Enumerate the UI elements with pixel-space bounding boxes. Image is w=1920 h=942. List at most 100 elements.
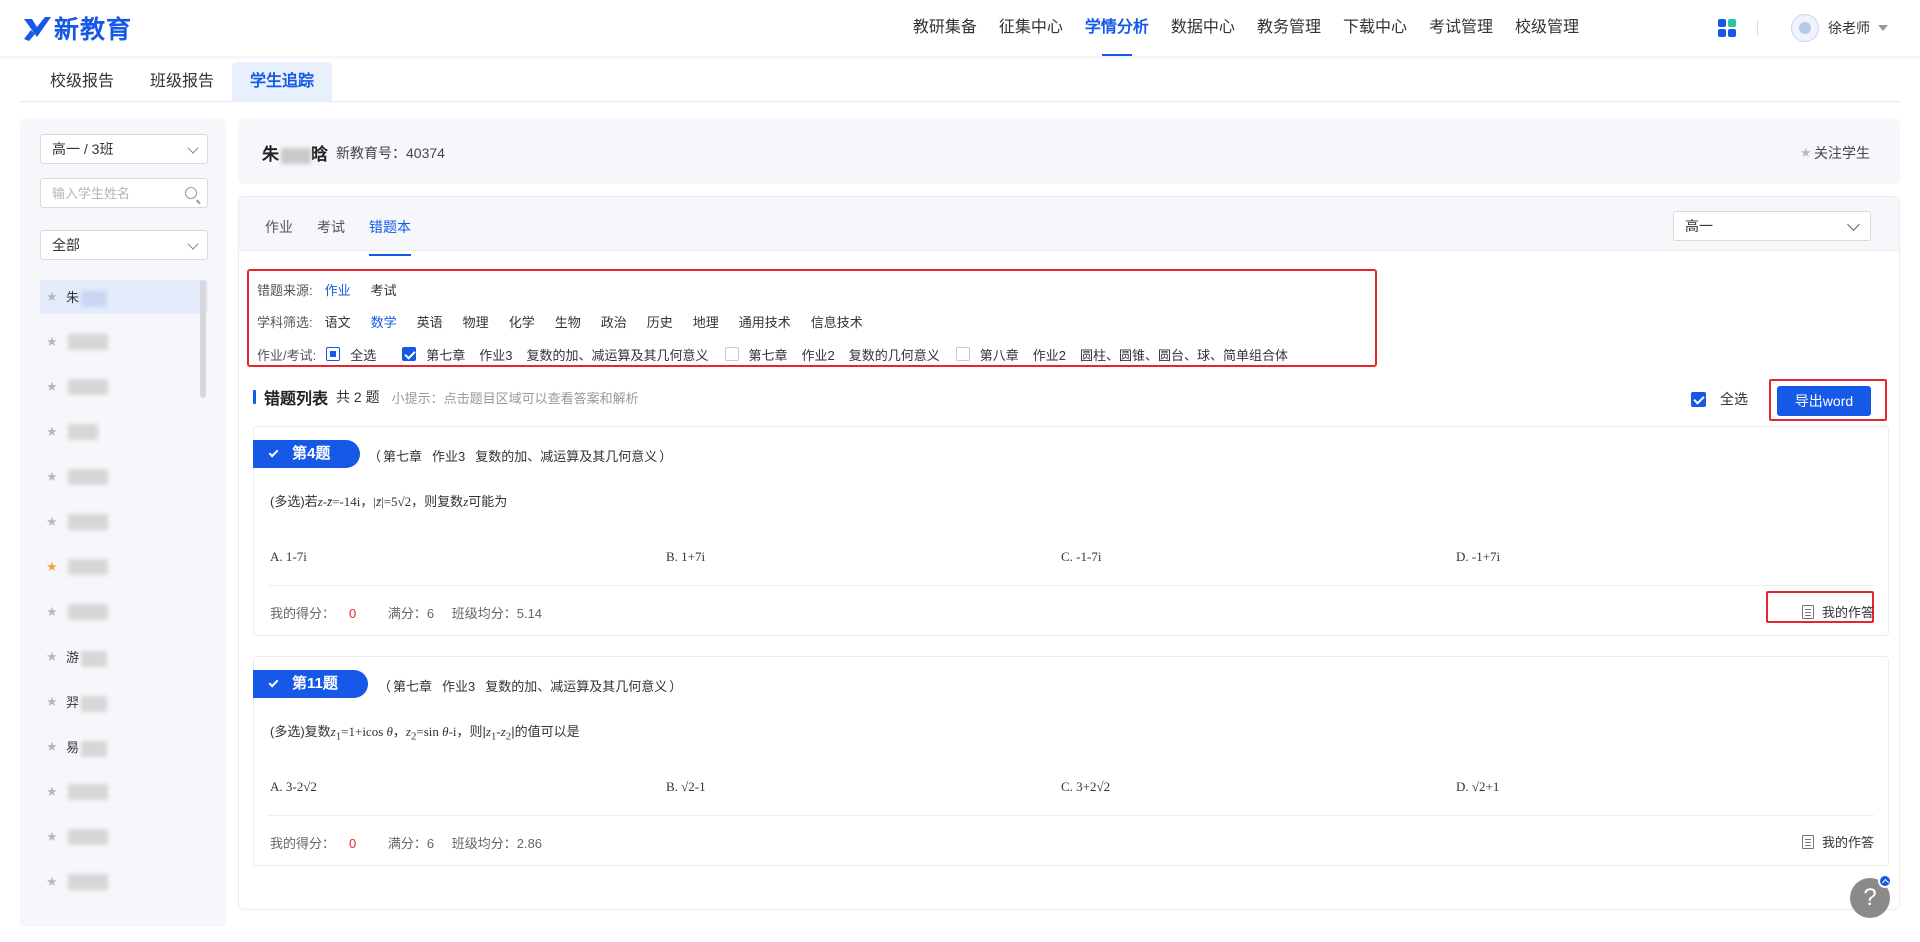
star-icon[interactable]: ★ <box>46 784 62 800</box>
student-item[interactable]: ★ <box>40 325 208 359</box>
subject-option-english[interactable]: 英语 <box>417 312 443 331</box>
export-word-button[interactable]: 导出word <box>1777 386 1871 416</box>
star-icon[interactable]: ★ <box>46 694 62 710</box>
assignment-checkbox[interactable] <box>724 347 739 361</box>
brand-logo[interactable]: 新教育 <box>22 10 132 46</box>
assignment-filter-row: 作业/考试: 全选 第七章 作业3 复数的加、减运算及其几何意义 第七章 作业2… <box>257 344 1304 364</box>
student-item[interactable]: ★ <box>40 505 208 539</box>
subject-option-geography[interactable]: 地理 <box>693 312 719 331</box>
assignment-option[interactable]: 第七章 作业3 复数的加、减运算及其几何意义 <box>402 345 709 364</box>
student-item[interactable]: ★ <box>40 595 208 629</box>
my-answer-button[interactable]: 我的作答 <box>1801 832 1874 851</box>
subject-option-chemistry[interactable]: 化学 <box>509 312 535 331</box>
student-item[interactable]: ★ <box>40 370 208 404</box>
grid-apps-icon[interactable] <box>1718 19 1736 37</box>
tabs-divider <box>20 101 1900 102</box>
select-all-checkbox[interactable] <box>326 347 341 361</box>
tab-school-report[interactable]: 校级报告 <box>32 62 132 102</box>
option-b[interactable]: B. 1+7i <box>666 549 705 565</box>
star-icon[interactable]: ★ <box>46 874 62 890</box>
subject-option-general-tech[interactable]: 通用技术 <box>739 312 791 331</box>
student-item[interactable]: ★ 羿 <box>40 685 208 719</box>
assignment-checkbox[interactable] <box>402 347 417 361</box>
student-item[interactable]: ★ <box>40 415 208 449</box>
option-b[interactable]: B. √2-1 <box>666 779 706 795</box>
student-item[interactable]: ★ <box>40 775 208 809</box>
my-answer-button[interactable]: 我的作答 <box>1801 602 1874 621</box>
nav-item-xueqing[interactable]: 学情分析 <box>1074 0 1160 56</box>
star-icon[interactable]: ★ <box>46 424 62 440</box>
subject-option-chinese[interactable]: 语文 <box>325 312 351 331</box>
source-option-homework[interactable]: 作业 <box>325 280 351 299</box>
nav-item-jiaoyan[interactable]: 教研集备 <box>902 0 988 56</box>
question-badge[interactable]: 第4题 <box>253 440 361 468</box>
option-d[interactable]: D. √2+1 <box>1456 779 1499 795</box>
star-icon[interactable]: ★ <box>46 739 62 755</box>
subject-option-info-tech[interactable]: 信息技术 <box>811 312 863 331</box>
student-name <box>66 874 108 891</box>
star-icon[interactable]: ★ <box>46 649 62 665</box>
option-c[interactable]: C. -1-7i <box>1061 549 1101 565</box>
search-icon[interactable] <box>185 187 197 199</box>
user-menu[interactable]: 徐老师 <box>1791 13 1888 43</box>
score-label: 我的得分： <box>270 836 336 851</box>
option-a[interactable]: A. 1-7i <box>270 549 307 565</box>
option-c[interactable]: C. 3+2√2 <box>1061 779 1110 795</box>
assignment-option[interactable]: 第七章 作业2 复数的几何意义 <box>724 345 940 364</box>
student-item[interactable]: ★ 易 <box>40 730 208 764</box>
chevron-up-icon[interactable] <box>1878 874 1892 888</box>
follow-student-button[interactable]: ★ 关注学生 <box>1800 143 1870 163</box>
subject-option-physics[interactable]: 物理 <box>463 312 489 331</box>
assignment-option[interactable]: 第八章 作业2 圆柱、圆锥、圆台、球、简单组合体 <box>955 345 1288 364</box>
nav-item-shuju[interactable]: 数据中心 <box>1160 0 1246 56</box>
subject-option-history[interactable]: 历史 <box>647 312 673 331</box>
star-icon[interactable]: ★ <box>46 469 62 485</box>
question-card[interactable]: 第4题 （第七章 作业3 复数的加、减运算及其几何意义） (多选)若z-z̄=-14… <box>253 426 1889 636</box>
student-filter-select[interactable]: 全部 <box>40 230 208 260</box>
option-a[interactable]: A. 3-2√2 <box>270 779 317 795</box>
nav-item-xiaoji[interactable]: 校级管理 <box>1504 0 1590 56</box>
tab-class-report[interactable]: 班级报告 <box>132 62 232 102</box>
subject-option-biology[interactable]: 生物 <box>555 312 581 331</box>
tab-wrong-book[interactable]: 错题本 <box>369 217 411 256</box>
star-icon[interactable]: ★ <box>46 829 62 845</box>
student-item[interactable]: ★ <box>40 550 208 584</box>
star-icon[interactable]: ★ <box>46 514 62 530</box>
assignment-select-all[interactable]: 全选 <box>326 345 376 364</box>
grade-select[interactable]: 高一 <box>1673 211 1871 241</box>
student-name <box>66 514 108 531</box>
nav-item-kaoshi[interactable]: 考试管理 <box>1418 0 1504 56</box>
subject-option-politics[interactable]: 政治 <box>601 312 627 331</box>
student-item[interactable]: ★ <box>40 460 208 494</box>
subject-option-math[interactable]: 数学 <box>371 312 397 331</box>
assignment-checkbox[interactable] <box>955 347 970 361</box>
class-select[interactable]: 高一 / 3班 <box>40 134 208 164</box>
logo-mark-icon <box>24 17 51 41</box>
star-icon[interactable]: ★ <box>46 604 62 620</box>
student-item[interactable]: ★ <box>40 865 208 899</box>
star-icon[interactable]: ★ <box>46 379 62 395</box>
student-item[interactable]: ★ 游 <box>40 640 208 674</box>
nav-item-zhengji[interactable]: 征集中心 <box>988 0 1074 56</box>
tab-exam[interactable]: 考试 <box>317 217 345 237</box>
student-item[interactable]: ★ <box>40 820 208 854</box>
tab-homework[interactable]: 作业 <box>265 217 293 237</box>
list-select-all-checkbox[interactable] <box>1691 391 1706 407</box>
source-option-exam[interactable]: 考试 <box>371 280 397 299</box>
nav-item-xiazai[interactable]: 下载中心 <box>1332 0 1418 56</box>
question-badge[interactable]: 第11题 <box>253 670 368 698</box>
check-icon <box>268 447 279 458</box>
star-icon[interactable]: ★ <box>46 289 62 305</box>
student-search-input[interactable] <box>41 179 171 207</box>
question-card[interactable]: 第11题 （第七章 作业3 复数的加、减运算及其几何意义） (多选)复数z1=1+i… <box>253 656 1889 866</box>
option-d[interactable]: D. -1+7i <box>1456 549 1500 565</box>
star-icon[interactable]: ★ <box>46 334 62 350</box>
nav-item-jiaowu[interactable]: 教务管理 <box>1246 0 1332 56</box>
student-item[interactable]: ★ 朱 <box>40 280 208 314</box>
tab-student-tracking[interactable]: 学生追踪 <box>232 62 333 102</box>
sidebar-scrollbar[interactable] <box>200 280 206 398</box>
assignment-chapter: 第七章 <box>748 347 788 363</box>
student-name: 羿 <box>66 692 108 712</box>
star-icon[interactable]: ★ <box>46 559 62 575</box>
list-select-all[interactable]: 全选 <box>1691 389 1748 409</box>
